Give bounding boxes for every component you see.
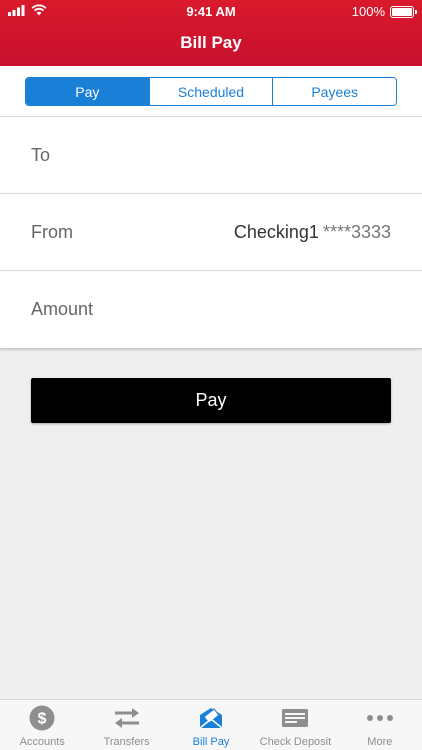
svg-text:$: $ [38,711,47,728]
payment-form: To From Checking1 ****3333 Amount [0,117,422,349]
segment-band: Pay Scheduled Payees [0,66,422,117]
amount-label: Amount [31,299,94,319]
tab-label-check-deposit: Check Deposit [259,736,332,748]
segment-pay[interactable]: Pay [26,78,149,105]
from-row[interactable]: From Checking1 ****3333 [0,194,422,271]
transfer-arrows-icon [113,703,141,733]
bill-pay-screen: 9:41 AM 100% Bill Pay Pay Scheduled Paye… [0,0,422,750]
status-bar: 9:41 AM 100% [0,0,422,22]
tab-label-more: More [367,736,393,748]
segment-payees[interactable]: Payees [272,78,396,105]
tab-label-bill-pay: Bill Pay [192,736,230,748]
from-label: From [31,221,73,242]
pay-button[interactable]: Pay [31,378,391,423]
more-dots-icon [366,703,394,733]
tab-accounts[interactable]: $ Accounts [0,700,84,750]
status-right: 100% [351,4,417,19]
tab-transfers[interactable]: Transfers [84,700,168,750]
tab-label-transfers: Transfers [103,736,150,748]
tab-bill-pay[interactable]: Bill Pay [169,700,253,750]
to-label: To [31,144,51,165]
tab-more[interactable]: More [338,700,422,750]
tab-label-accounts: Accounts [19,736,65,748]
from-account-name: Checking1 [233,221,319,242]
tab-bar: $ Accounts Transfers Bill Pay Check Depo… [0,699,422,750]
nav-header: 9:41 AM 100% Bill Pay [0,0,422,66]
bill-pay-envelope-icon [197,703,225,733]
from-account-value: Checking1 ****3333 [234,222,391,243]
from-account-number: ****3333 [322,221,391,242]
segmented-control: Pay Scheduled Payees [25,77,397,106]
dollar-coin-icon: $ [29,703,55,733]
segment-scheduled[interactable]: Scheduled [148,78,273,105]
check-icon [281,703,309,733]
tab-check-deposit[interactable]: Check Deposit [253,700,337,750]
battery-icon [390,5,417,18]
amount-row[interactable]: Amount [0,271,422,349]
page-title: Bill Pay [180,33,242,52]
to-row[interactable]: To [0,117,422,194]
battery-percent: 100% [351,4,385,19]
